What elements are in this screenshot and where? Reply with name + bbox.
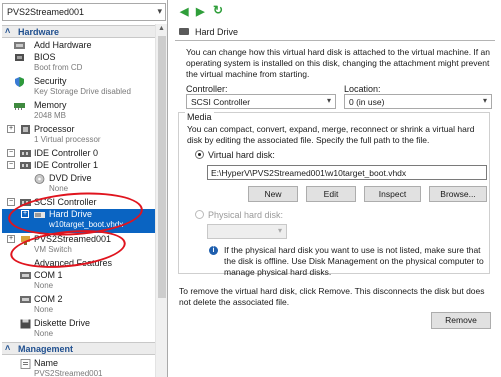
sidebar-item-label: IDE Controller 0 [34, 148, 99, 158]
sidebar-item-label: BIOS [34, 52, 56, 62]
radio-selected-dot [198, 153, 201, 156]
chevron-down-icon: ▾ [277, 226, 282, 235]
chevron-down-icon[interactable]: ▾ [157, 6, 162, 17]
expand-plus-icon[interactable]: + [7, 125, 15, 133]
section-header-hardware[interactable]: ˄ Hardware [2, 25, 155, 38]
vhd-path-field[interactable]: E:\HyperV\PVS2Streamed001\w10target_boot… [207, 165, 487, 180]
inspect-button[interactable]: Inspect [364, 186, 421, 202]
sidebar-item-sub: 1 Virtual processor [34, 135, 101, 144]
expand-plus-icon[interactable]: + [7, 235, 15, 243]
vm-selector-dropdown[interactable]: PVS2Streamed001 ▾ [2, 3, 166, 21]
sidebar-item-sub: PVS2Streamed001 [34, 369, 103, 377]
sidebar-scrollbar[interactable]: ▲ [155, 24, 167, 377]
sidebar-item-name[interactable]: Name PVS2Streamed001 [2, 358, 155, 377]
physical-disk-info: If the physical hard disk you want to us… [224, 245, 484, 277]
controller-label: Controller: [186, 84, 228, 94]
hard-drive-icon [179, 28, 189, 35]
expand-minus-icon[interactable]: − [7, 161, 15, 169]
sidebar-item-com1[interactable]: COM 1 None [2, 270, 155, 294]
sidebar-item-security[interactable]: Security Key Storage Drive disabled [2, 76, 155, 100]
settings-detail-pane: ◀ ▶ ↻ Hard Drive You can change how this… [169, 0, 501, 377]
sidebar-item-label: IDE Controller 1 [34, 160, 99, 170]
panel-title-label: Hard Drive [195, 27, 239, 37]
sidebar-item-label: DVD Drive [49, 173, 92, 183]
sidebar-item-sub: Boot from CD [34, 63, 83, 72]
title-divider [175, 40, 495, 41]
collapse-chevron-icon[interactable]: ˄ [5, 26, 10, 36]
media-description: You can compact, convert, expand, merge,… [187, 124, 475, 145]
expand-minus-icon[interactable]: − [7, 198, 15, 206]
physical-disk-dropdown[interactable]: ▾ [207, 224, 287, 239]
refresh-icon[interactable]: ↻ [213, 3, 223, 17]
processor-icon [20, 125, 31, 134]
media-legend: Media [185, 112, 214, 122]
arrow-right-icon[interactable]: ▶ [196, 5, 204, 18]
vhd-path-value: E:\HyperV\PVS2Streamed001\w10target_boot… [211, 168, 407, 178]
sidebar-item-sub: None [49, 184, 69, 193]
sidebar-item-add-hardware[interactable]: Add Hardware [2, 40, 155, 52]
settings-sidebar: PVS2Streamed001 ▾ ˄ Hardware Add Hardwar… [0, 0, 168, 377]
sidebar-item-processor[interactable]: + Processor 1 Virtual processor [2, 124, 155, 148]
collapse-chevron-icon[interactable]: ˄ [5, 343, 10, 353]
add-hardware-icon [14, 41, 25, 50]
sidebar-item-label: Diskette Drive [34, 318, 91, 328]
info-icon: i [209, 246, 218, 255]
sidebar-item-sub: 2048 MB [34, 111, 67, 120]
arrow-left-icon[interactable]: ◀ [180, 5, 188, 18]
shield-icon [14, 77, 25, 87]
expand-minus-icon[interactable]: − [7, 149, 15, 157]
sidebar-item-memory[interactable]: Memory 2048 MB [2, 100, 155, 124]
section-header-label: Management [18, 344, 74, 354]
physical-hard-disk-radio[interactable] [195, 210, 204, 219]
location-dropdown[interactable]: 0 (in use) ▾ [344, 94, 492, 109]
sidebar-item-com2[interactable]: COM 2 None [2, 294, 155, 318]
sidebar-item-label: Security [34, 76, 67, 86]
panel-title: Hard Drive [169, 25, 495, 39]
sidebar-item-bios[interactable]: BIOS Boot from CD [2, 52, 155, 76]
sidebar-item-diskette-drive[interactable]: Diskette Drive None [2, 318, 155, 342]
controller-dropdown[interactable]: SCSI Controller ▾ [186, 94, 336, 109]
sidebar-item-label: Add Hardware [34, 40, 92, 50]
sidebar-item-label: Memory [34, 100, 67, 110]
chip-icon [14, 53, 25, 62]
remove-description: To remove the virtual hard disk, click R… [179, 286, 485, 307]
sidebar-item-label: Processor [34, 124, 75, 134]
sidebar-item-label: COM 1 [34, 270, 63, 280]
intro-text: You can change how this virtual hard dis… [186, 47, 490, 79]
sidebar-item-sub: None [34, 305, 54, 314]
browse-button[interactable]: Browse... [429, 186, 487, 202]
sidebar-item-sub: None [34, 281, 54, 290]
toolbar: ◀ ▶ ↻ [169, 0, 501, 24]
location-value: 0 (in use) [349, 97, 385, 107]
sidebar-item-ide-controller-0[interactable]: − IDE Controller 0 [2, 148, 155, 160]
controller-icon [20, 149, 31, 158]
sidebar-item-label: Name [34, 358, 59, 368]
location-label: Location: [344, 84, 381, 94]
name-icon [20, 359, 31, 369]
dvd-icon [34, 174, 45, 184]
remove-button[interactable]: Remove [431, 312, 491, 329]
sidebar-item-sub: None [34, 329, 54, 338]
edit-button[interactable]: Edit [306, 186, 356, 202]
chevron-down-icon: ▾ [482, 96, 487, 105]
com-port-icon [20, 295, 31, 304]
vm-selector-value: PVS2Streamed001 [7, 7, 85, 17]
controller-value: SCSI Controller [191, 97, 251, 107]
sidebar-item-sub: Key Storage Drive disabled [34, 87, 131, 96]
scrollbar-thumb[interactable] [158, 36, 166, 298]
section-header-management[interactable]: ˄ Management [2, 342, 155, 355]
virtual-hard-disk-radio[interactable] [195, 150, 204, 159]
scroll-up-icon[interactable]: ▲ [158, 25, 165, 32]
virtual-hard-disk-label: Virtual hard disk: [208, 150, 275, 160]
sidebar-item-ide-controller-1[interactable]: − IDE Controller 1 [2, 160, 155, 172]
chevron-down-icon: ▾ [326, 96, 331, 105]
sidebar-item-label: COM 2 [34, 294, 63, 304]
memory-icon [14, 101, 25, 110]
controller-icon [20, 161, 31, 170]
new-button[interactable]: New [248, 186, 298, 202]
section-header-label: Hardware [18, 27, 60, 37]
com-port-icon [20, 271, 31, 280]
physical-hard-disk-label: Physical hard disk: [208, 210, 284, 220]
floppy-icon [20, 319, 31, 329]
